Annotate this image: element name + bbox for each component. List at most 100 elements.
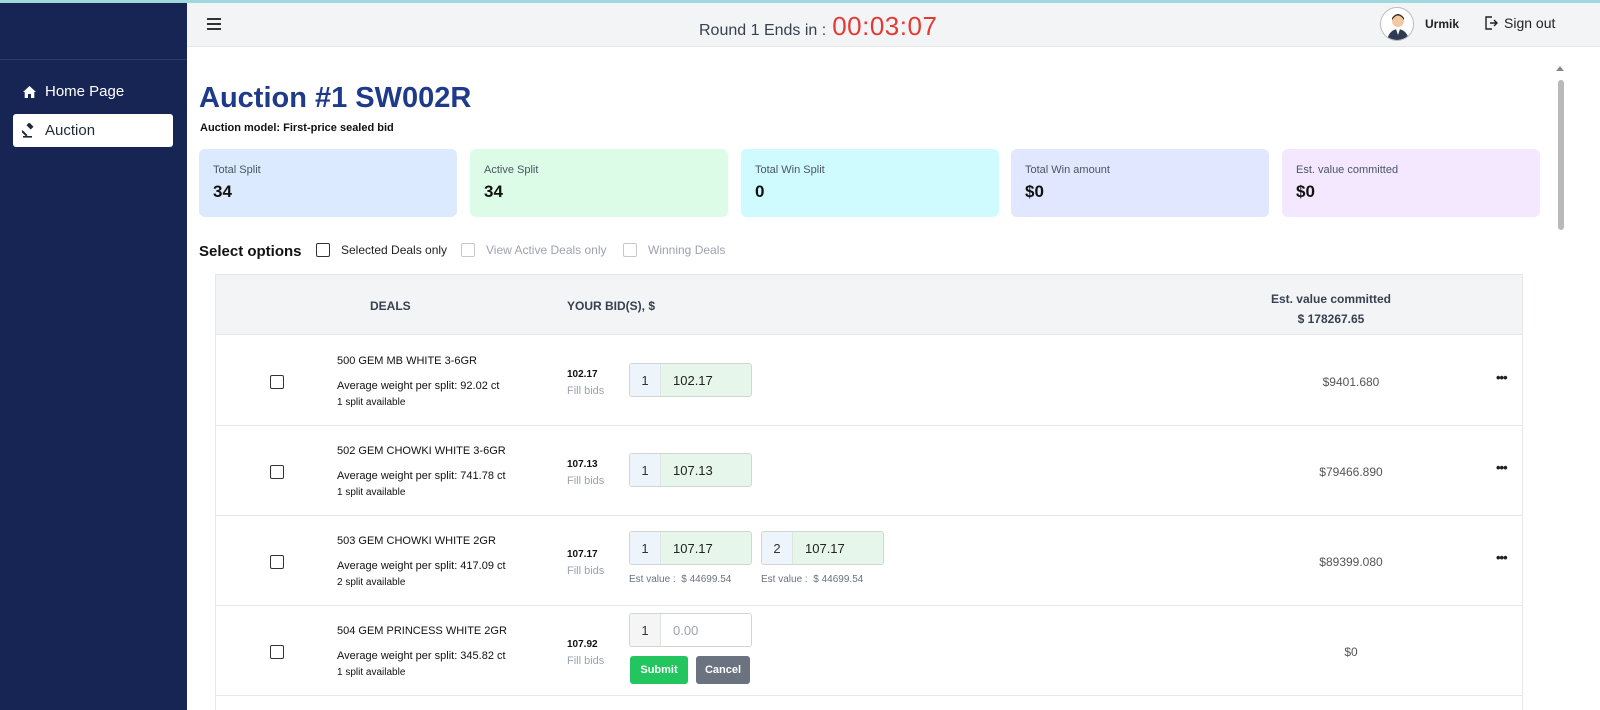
menu-toggle-icon[interactable] — [207, 18, 221, 30]
stat-value: $0 — [1025, 182, 1044, 201]
table-row: 504 GEM PRINCESS WHITE 2GR Average weigh… — [216, 606, 1522, 696]
stat-card-active-split: Active Split 34 — [470, 149, 728, 217]
col-header-est-value: Est. value committed — [1270, 292, 1392, 306]
bid-input[interactable]: 1 102.17 — [629, 363, 752, 397]
checkbox[interactable] — [461, 243, 475, 257]
row-checkbox[interactable] — [270, 645, 284, 659]
stat-label: Total Win amount — [1025, 164, 1110, 176]
fill-bids-link[interactable]: Fill bids — [567, 385, 604, 397]
row-checkbox[interactable] — [270, 465, 284, 479]
round-label: Round 1 Ends in : — [699, 22, 827, 39]
more-options-icon[interactable]: ••• — [1496, 460, 1508, 475]
scroll-up-arrow-icon[interactable] — [1556, 66, 1564, 71]
sign-out-label: Sign out — [1504, 15, 1556, 31]
col-header-bids: YOUR BID(S), $ — [567, 299, 656, 313]
bid-amount[interactable]: 107.13 — [661, 454, 751, 486]
fill-bids-link[interactable]: Fill bids — [567, 475, 604, 487]
filter-selected-deals[interactable]: Selected Deals only — [316, 243, 447, 257]
stat-label: Active Split — [484, 164, 539, 176]
sidebar-item-home[interactable]: Home Page — [13, 75, 173, 108]
countdown-timer: 00:03:07 — [832, 11, 938, 41]
bid-index: 2 — [762, 532, 793, 564]
checkbox[interactable] — [623, 243, 637, 257]
table-row: 500 GEM MB WHITE 3-6GR Average weight pe… — [216, 336, 1522, 426]
avatar[interactable] — [1380, 7, 1414, 41]
auction-model: Auction model: First-price sealed bid — [200, 122, 394, 134]
page-title: Auction #1 SW002R — [199, 82, 472, 114]
scrollbar-thumb[interactable] — [1558, 80, 1564, 230]
est-value-prefix: Est value : — [629, 574, 676, 585]
col-header-deals: DEALS — [370, 299, 411, 313]
stat-label: Total Win Split — [755, 164, 825, 176]
bid-amount[interactable]: 107.17 — [793, 532, 883, 564]
deal-weight: Average weight per split: 345.82 ct — [337, 650, 506, 662]
row-est-value: $89399.080 — [1319, 555, 1383, 569]
checkbox-label: Winning Deals — [648, 243, 726, 257]
checkbox-label: Selected Deals only — [341, 243, 448, 257]
stat-value: $0 — [1296, 182, 1315, 201]
home-icon — [21, 84, 37, 100]
bid-index: 1 — [630, 614, 661, 646]
sidebar-item-label: Auction — [45, 122, 96, 139]
deal-splits: 1 split available — [337, 397, 406, 408]
table-row: 503 GEM CHOWKI WHITE 2GR Average weight … — [216, 516, 1522, 606]
bid-index: 1 — [630, 532, 661, 564]
row-est-value: $9401.680 — [1322, 375, 1380, 389]
est-value-amount: $ 44699.54 — [681, 574, 732, 585]
deal-splits: 1 split available — [337, 667, 406, 678]
sidebar: Home Page Auction — [0, 0, 187, 710]
filter-winning-deals[interactable]: Winning Deals — [623, 243, 725, 257]
more-options-icon[interactable]: ••• — [1496, 550, 1508, 565]
stat-value: 34 — [484, 182, 503, 201]
submit-button[interactable]: Submit — [630, 656, 688, 684]
deal-name: 502 GEM CHOWKI WHITE 3-6GR — [337, 445, 506, 457]
sidebar-item-label: Home Page — [45, 83, 125, 100]
row-checkbox[interactable] — [270, 375, 284, 389]
more-options-icon[interactable]: ••• — [1496, 370, 1508, 385]
sign-out-button[interactable]: Sign out — [1484, 15, 1555, 31]
bid-est-value: Est value : $ 44699.54 — [629, 574, 731, 585]
bid-input[interactable]: 1 107.13 — [629, 453, 752, 487]
stat-card-total-win-amount: Total Win amount $0 — [1011, 149, 1269, 217]
deal-splits: 1 split available — [337, 487, 406, 498]
checkbox-label: View Active Deals only — [486, 243, 607, 257]
sidebar-brand-area — [0, 0, 187, 60]
fill-bids-link[interactable]: Fill bids — [567, 655, 604, 667]
bid-est-value: Est value : $ 44699.54 — [761, 574, 863, 585]
deal-splits: 2 split available — [337, 577, 406, 588]
top-header: Round 1 Ends in : 00:03:07 Urmik Sign ou… — [187, 3, 1600, 47]
deal-name: 500 GEM MB WHITE 3-6GR — [337, 355, 477, 367]
bid-input[interactable]: 2 107.17 — [761, 531, 884, 565]
stat-card-total-split: Total Split 34 — [199, 149, 457, 217]
table-row: 502 GEM CHOWKI WHITE 3-6GR Average weigh… — [216, 426, 1522, 516]
deal-weight: Average weight per split: 417.09 ct — [337, 560, 506, 572]
deal-name: 504 GEM PRINCESS WHITE 2GR — [337, 625, 507, 637]
bid-amount-placeholder[interactable]: 0.00 — [661, 614, 751, 646]
filter-active-deals[interactable]: View Active Deals only — [461, 243, 607, 257]
bid-input[interactable]: 1 107.17 — [629, 531, 752, 565]
deal-weight: Average weight per split: 741.78 ct — [337, 470, 506, 482]
sidebar-item-auction[interactable]: Auction — [13, 114, 173, 147]
bid-index: 1 — [630, 454, 661, 486]
row-est-value: $79466.890 — [1319, 465, 1383, 479]
row-checkbox[interactable] — [270, 555, 284, 569]
deals-table: DEALS YOUR BID(S), $ Est. value committe… — [215, 274, 1523, 710]
est-value-total: $ 178267.65 — [1297, 312, 1365, 326]
gavel-icon — [21, 123, 37, 139]
sign-out-icon — [1485, 16, 1498, 30]
checkbox[interactable] — [316, 243, 330, 257]
row-est-value: $0 — [1344, 645, 1358, 659]
bid-amount[interactable]: 107.17 — [661, 532, 751, 564]
fill-bids-link[interactable]: Fill bids — [567, 565, 604, 577]
deal-name: 503 GEM CHOWKI WHITE 2GR — [337, 535, 496, 547]
round-countdown: Round 1 Ends in : 00:03:07 — [699, 11, 937, 42]
bid-value: 107.17 — [567, 549, 598, 560]
bid-input[interactable]: 1 0.00 — [629, 613, 752, 647]
bid-value: 107.13 — [567, 459, 598, 470]
cancel-button[interactable]: Cancel — [696, 656, 750, 684]
stat-card-est-value-committed: Est. value committed $0 — [1282, 149, 1540, 217]
stat-label: Total Split — [213, 164, 261, 176]
bid-amount[interactable]: 102.17 — [661, 364, 751, 396]
bid-index: 1 — [630, 364, 661, 396]
table-header: DEALS YOUR BID(S), $ Est. value committe… — [216, 275, 1522, 335]
